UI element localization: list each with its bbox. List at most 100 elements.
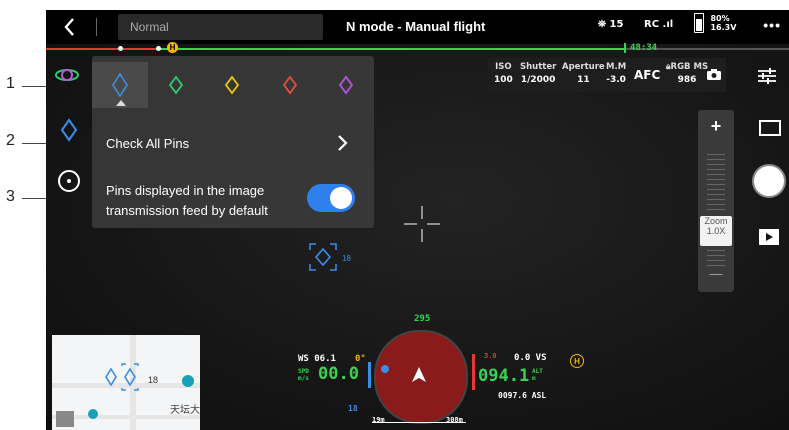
heading-value: 295 <box>414 314 431 324</box>
wind-angle: 0° <box>355 354 366 364</box>
pin-color-blue[interactable] <box>92 62 148 108</box>
timeline-green <box>156 48 626 50</box>
callout-2: 2 <box>6 132 15 149</box>
home-icon: H <box>570 354 584 368</box>
pin-direction-dot <box>381 365 389 373</box>
battery-status: 80% 16.3V <box>694 13 736 33</box>
aperture-value: 11 <box>577 75 590 85</box>
camera-icon <box>707 69 721 80</box>
altitude-label: ALT m <box>532 368 543 382</box>
mm-label: M.M <box>606 62 627 72</box>
top-bar: Normal N mode - Manual flight ⛯ 15 RC .ı… <box>46 10 789 44</box>
pin-color-purple[interactable] <box>318 62 374 108</box>
battery-percent: 80% <box>710 14 730 23</box>
iso-label: ISO <box>495 62 512 72</box>
wind-speed: WS 06.1 <box>298 354 336 364</box>
default-display-line2: transmission feed by default <box>106 203 268 218</box>
orbit-icon[interactable] <box>54 62 80 88</box>
zoom-out-button[interactable]: — <box>698 266 734 281</box>
satellite-icon: ⛯ <box>598 19 606 30</box>
playback-icon[interactable] <box>758 228 780 246</box>
back-arrow-icon[interactable] <box>60 16 80 38</box>
zoom-ticks <box>707 154 725 214</box>
pin-settings-panel: Check All Pins Pins displayed in the ima… <box>92 56 374 228</box>
timeline-marker <box>156 46 161 51</box>
selected-indicator-icon <box>116 100 126 106</box>
zoom-level[interactable]: Zoom 1.0X <box>700 216 732 246</box>
green-diamond-pin-icon <box>168 75 184 95</box>
settings-sliders-icon[interactable] <box>756 66 778 86</box>
altitude-label-top: ALT <box>532 368 543 375</box>
asl-altitude: 0097.6 ASL <box>498 391 547 400</box>
distance-1: 19m <box>372 416 385 424</box>
map-place-label: 天坛大 <box>170 405 200 416</box>
zoom-value: 1.0X <box>706 226 726 236</box>
battery-icon <box>694 13 704 33</box>
more-menu-button[interactable]: ••• <box>763 17 781 33</box>
red-diamond-pin-icon <box>282 75 298 95</box>
map-poi-icon <box>88 409 98 419</box>
speed-indicator <box>368 362 371 388</box>
pin-diamond-icon[interactable] <box>56 117 82 143</box>
zoom-label: Zoom <box>704 216 728 226</box>
blue-diamond-pin-icon <box>112 72 128 98</box>
divider <box>96 18 97 36</box>
altitude-label-unit: m <box>532 375 536 382</box>
pin-color-red[interactable] <box>262 62 318 108</box>
check-all-pins-label: Check All Pins <box>106 136 190 151</box>
callout-1: 1 <box>6 75 15 92</box>
map-pin-icon <box>105 363 139 391</box>
home-point-marker: H <box>167 42 178 53</box>
satellite-count: 15 <box>609 19 624 30</box>
toggle-knob <box>330 187 352 209</box>
pin-marker-icon[interactable] <box>308 242 338 272</box>
minimap[interactable]: 18 天坛大 <box>52 335 200 430</box>
distance-2: 308m <box>446 416 463 424</box>
flight-screen: Normal N mode - Manual flight ⛯ 15 RC .ı… <box>46 10 789 430</box>
rgb-value: 986 <box>677 75 697 85</box>
pin-color-yellow[interactable] <box>204 62 260 108</box>
purple-diamond-pin-icon <box>338 75 354 95</box>
chevron-right-icon <box>338 135 348 151</box>
zoom-in-button[interactable]: + <box>698 116 734 137</box>
pin-distance-bottom: 18 <box>348 404 358 413</box>
shutter-button[interactable] <box>752 164 786 198</box>
vs-small: 3.0 <box>484 352 497 360</box>
rgb-label: RGB MS <box>670 62 709 72</box>
rc-label: RC <box>644 19 660 30</box>
timeline-red <box>46 48 156 50</box>
view-switch-icon[interactable] <box>758 118 782 138</box>
iso-value: 100 <box>494 75 513 85</box>
aircraft-arrow-icon <box>412 367 426 382</box>
altitude-value: 094.1 <box>478 366 530 386</box>
pin-color-green[interactable] <box>148 62 204 108</box>
vertical-speed: 0.0 VS <box>514 353 547 363</box>
default-display-line1: Pins displayed in the image <box>106 183 265 198</box>
crosshair-icon <box>404 206 440 242</box>
remaining-flight-time: 48:34 <box>630 43 658 53</box>
default-display-label: Pins displayed in the image transmission… <box>106 181 268 221</box>
map-poi-icon <box>182 375 194 387</box>
satellite-status: ⛯ 15 <box>598 19 623 30</box>
afc-mode: AFC <box>634 68 661 82</box>
speed-label-unit: m/s <box>298 375 309 382</box>
zoom-control[interactable]: + Zoom 1.0X — <box>698 110 734 292</box>
speed-label-top: SPD <box>298 368 309 375</box>
speed-value: 00.0 <box>318 364 359 384</box>
check-all-pins-row[interactable]: Check All Pins <box>92 120 374 164</box>
flight-mode-title: N mode - Manual flight <box>346 19 486 34</box>
aperture-label: Aperture <box>562 62 605 72</box>
timeline-marker <box>118 46 123 51</box>
default-display-toggle[interactable] <box>307 184 355 212</box>
pin-marker-distance: 18 <box>342 254 351 263</box>
map-pin-distance: 18 <box>148 375 159 385</box>
mode-selector[interactable]: Normal <box>118 14 323 40</box>
focus-target-icon[interactable] <box>56 168 82 194</box>
map-expand-icon[interactable] <box>56 411 74 427</box>
shutter-label: Shutter <box>520 62 557 72</box>
callout-3: 3 <box>6 188 15 205</box>
speed-label: SPD m/s <box>298 368 309 382</box>
vs-indicator <box>472 354 475 390</box>
rc-status: RC .ıl <box>644 19 673 30</box>
camera-parameters[interactable]: ISO 100 Shutter 1/2000 Aperture 11 M.M -3.0 … <box>488 58 726 92</box>
